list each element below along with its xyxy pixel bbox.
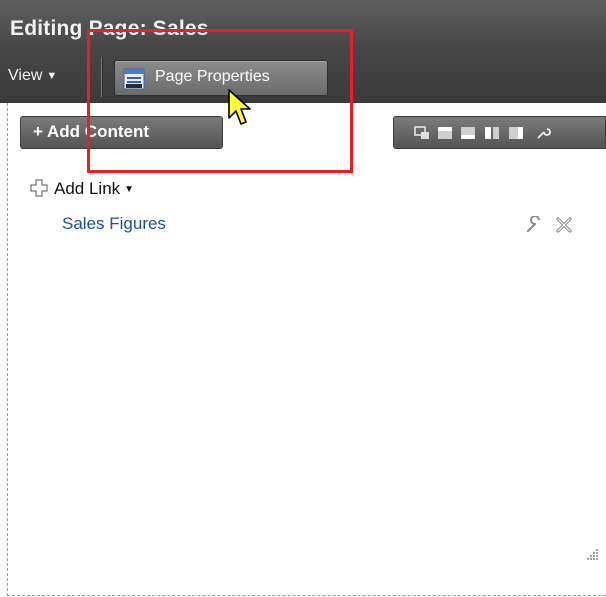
layout-right-icon[interactable] [508, 126, 524, 140]
resize-grip-icon[interactable] [585, 547, 599, 561]
view-menu[interactable]: View ▼ [8, 67, 57, 85]
page-title: Editing Page: Sales [10, 17, 209, 40]
wrench-icon[interactable] [535, 126, 551, 140]
caret-down-icon: ▼ [124, 184, 135, 195]
view-menu-label: View [8, 67, 43, 84]
caret-down-icon: ▼ [46, 70, 58, 82]
layout-top-icon[interactable] [437, 126, 453, 140]
add-link-menu[interactable]: Add Link ▼ [30, 179, 134, 199]
close-icon[interactable] [555, 216, 573, 234]
layout-toolbar [393, 116, 606, 149]
page-properties-icon [123, 68, 145, 90]
plus-outline-icon [30, 179, 48, 197]
page-properties-label: Page Properties [155, 68, 270, 85]
sales-figures-link[interactable]: Sales Figures [62, 214, 166, 234]
page-properties-button[interactable]: Page Properties [114, 60, 328, 96]
page-editor-header: Editing Page: Sales View ▼ Page Propertie… [0, 0, 606, 103]
add-link-label: Add Link [54, 179, 121, 198]
layout-bottom-icon[interactable] [460, 126, 476, 140]
content-panel [7, 103, 606, 596]
add-content-button[interactable]: + Add Content [20, 116, 223, 149]
add-box-icon[interactable] [414, 126, 430, 140]
layout-columns-icon[interactable] [484, 126, 500, 140]
toolbar-divider [101, 57, 102, 97]
wrench-icon[interactable] [525, 216, 543, 234]
